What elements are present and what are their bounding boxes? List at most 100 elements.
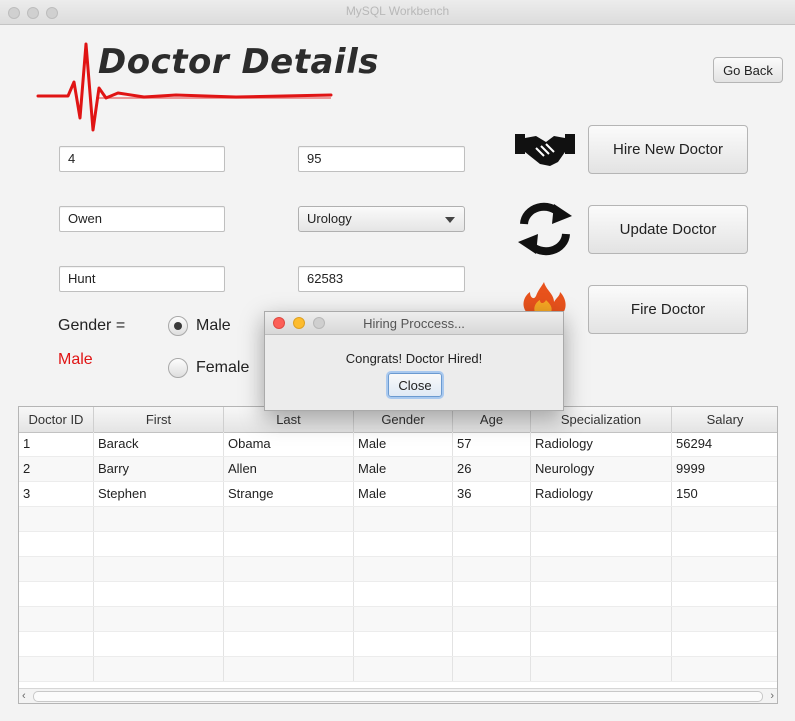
specialization-select[interactable]: Urology — [298, 206, 465, 232]
table-row[interactable]: 1 Barack Obama Male 57 Radiology 56294 — [19, 432, 777, 457]
table-cell — [354, 507, 453, 531]
gender-female-label[interactable]: Female — [196, 359, 249, 377]
gender-female-radio[interactable] — [168, 358, 188, 378]
table-cell: Barack — [94, 432, 224, 456]
table-cell — [19, 607, 94, 631]
go-back-button[interactable]: Go Back — [713, 57, 783, 83]
hiring-dialog: Hiring Proccess... Congrats! Doctor Hire… — [264, 311, 564, 411]
table-row — [19, 507, 777, 532]
fire-icon — [523, 282, 566, 314]
table-cell — [224, 632, 354, 656]
table-cell: 2 — [19, 457, 94, 481]
table-row[interactable]: 3 Stephen Strange Male 36 Radiology 150 — [19, 482, 777, 507]
table-cell — [531, 632, 672, 656]
table-cell — [19, 582, 94, 606]
table-cell — [354, 632, 453, 656]
table-row — [19, 607, 777, 632]
table-cell — [531, 532, 672, 556]
table-cell: Radiology — [531, 432, 672, 456]
table-cell — [224, 557, 354, 581]
column-header-salary[interactable]: Salary — [672, 407, 777, 432]
age-field[interactable]: 95 — [298, 146, 465, 172]
table-cell — [94, 657, 224, 681]
table-cell: Radiology — [531, 482, 672, 506]
specialization-value: Urology — [307, 211, 352, 226]
table-row — [19, 557, 777, 582]
table-cell — [94, 507, 224, 531]
table-cell — [94, 557, 224, 581]
last-name-field[interactable]: Hunt — [59, 266, 225, 292]
table-cell — [354, 582, 453, 606]
table-cell — [354, 657, 453, 681]
scrollbar-thumb[interactable] — [33, 691, 763, 702]
salary-field[interactable]: 62583 — [298, 266, 465, 292]
scroll-right-icon[interactable]: › — [770, 690, 774, 702]
table-cell: 57 — [453, 432, 531, 456]
horizontal-scrollbar[interactable]: ‹ › — [19, 688, 777, 703]
table-cell — [453, 507, 531, 531]
table-cell — [672, 532, 777, 556]
table-cell — [94, 632, 224, 656]
dialog-message: Congrats! Doctor Hired! — [345, 351, 483, 366]
table-cell: Barry — [94, 457, 224, 481]
dialog-titlebar: Hiring Proccess... — [265, 312, 563, 335]
table-cell — [672, 607, 777, 631]
table-cell — [224, 657, 354, 681]
table-cell: 3 — [19, 482, 94, 506]
table-cell — [531, 557, 672, 581]
chevron-down-icon — [445, 217, 455, 223]
table-cell — [672, 557, 777, 581]
doctors-table[interactable]: Doctor ID First Last Gender Age Speciali… — [18, 406, 778, 704]
table-cell: Allen — [224, 457, 354, 481]
table-cell: 9999 — [672, 457, 777, 481]
table-cell — [531, 657, 672, 681]
window-title: MySQL Workbench — [345, 4, 450, 18]
handshake-icon — [515, 134, 575, 166]
table-row[interactable]: 2 Barry Allen Male 26 Neurology 9999 — [19, 457, 777, 482]
table-cell — [672, 632, 777, 656]
table-cell — [531, 507, 672, 531]
table-row — [19, 632, 777, 657]
table-cell — [94, 532, 224, 556]
gender-label: Gender = — [58, 317, 126, 334]
table-cell — [453, 632, 531, 656]
scroll-left-icon[interactable]: ‹ — [22, 690, 26, 702]
table-cell: Stephen — [94, 482, 224, 506]
table-cell — [224, 582, 354, 606]
table-cell: Neurology — [531, 457, 672, 481]
table-cell — [94, 607, 224, 631]
table-cell: Male — [354, 432, 453, 456]
table-cell — [354, 607, 453, 631]
table-cell — [224, 532, 354, 556]
update-doctor-button[interactable]: Update Doctor — [588, 205, 748, 254]
gender-selected-text: Male — [58, 351, 93, 368]
doctor-id-field[interactable]: 4 — [59, 146, 225, 172]
table-cell: Strange — [224, 482, 354, 506]
fire-doctor-button[interactable]: Fire Doctor — [588, 285, 748, 334]
table-cell — [224, 507, 354, 531]
table-cell — [672, 657, 777, 681]
table-cell — [672, 582, 777, 606]
table-cell — [94, 582, 224, 606]
table-cell — [453, 557, 531, 581]
table-cell — [453, 607, 531, 631]
dialog-title: Hiring Proccess... — [363, 316, 465, 331]
column-header-doctor-id[interactable]: Doctor ID — [19, 407, 94, 432]
table-cell: Male — [354, 457, 453, 481]
first-name-field[interactable]: Owen — [59, 206, 225, 232]
hire-new-doctor-button[interactable]: Hire New Doctor — [588, 125, 748, 174]
column-header-first[interactable]: First — [94, 407, 224, 432]
refresh-icon — [518, 202, 572, 256]
table-cell: 56294 — [672, 432, 777, 456]
table-cell: 1 — [19, 432, 94, 456]
gender-male-radio[interactable] — [168, 316, 188, 336]
window-titlebar: MySQL Workbench — [0, 0, 795, 25]
dialog-close-button[interactable]: Close — [388, 373, 442, 397]
gender-male-label[interactable]: Male — [196, 317, 231, 335]
table-cell — [354, 532, 453, 556]
table-row — [19, 582, 777, 607]
page-title: Doctor Details — [98, 42, 379, 82]
table-body: 1 Barack Obama Male 57 Radiology 56294 2 Barry Al… — [19, 432, 777, 682]
table-cell — [453, 657, 531, 681]
table-cell — [19, 657, 94, 681]
